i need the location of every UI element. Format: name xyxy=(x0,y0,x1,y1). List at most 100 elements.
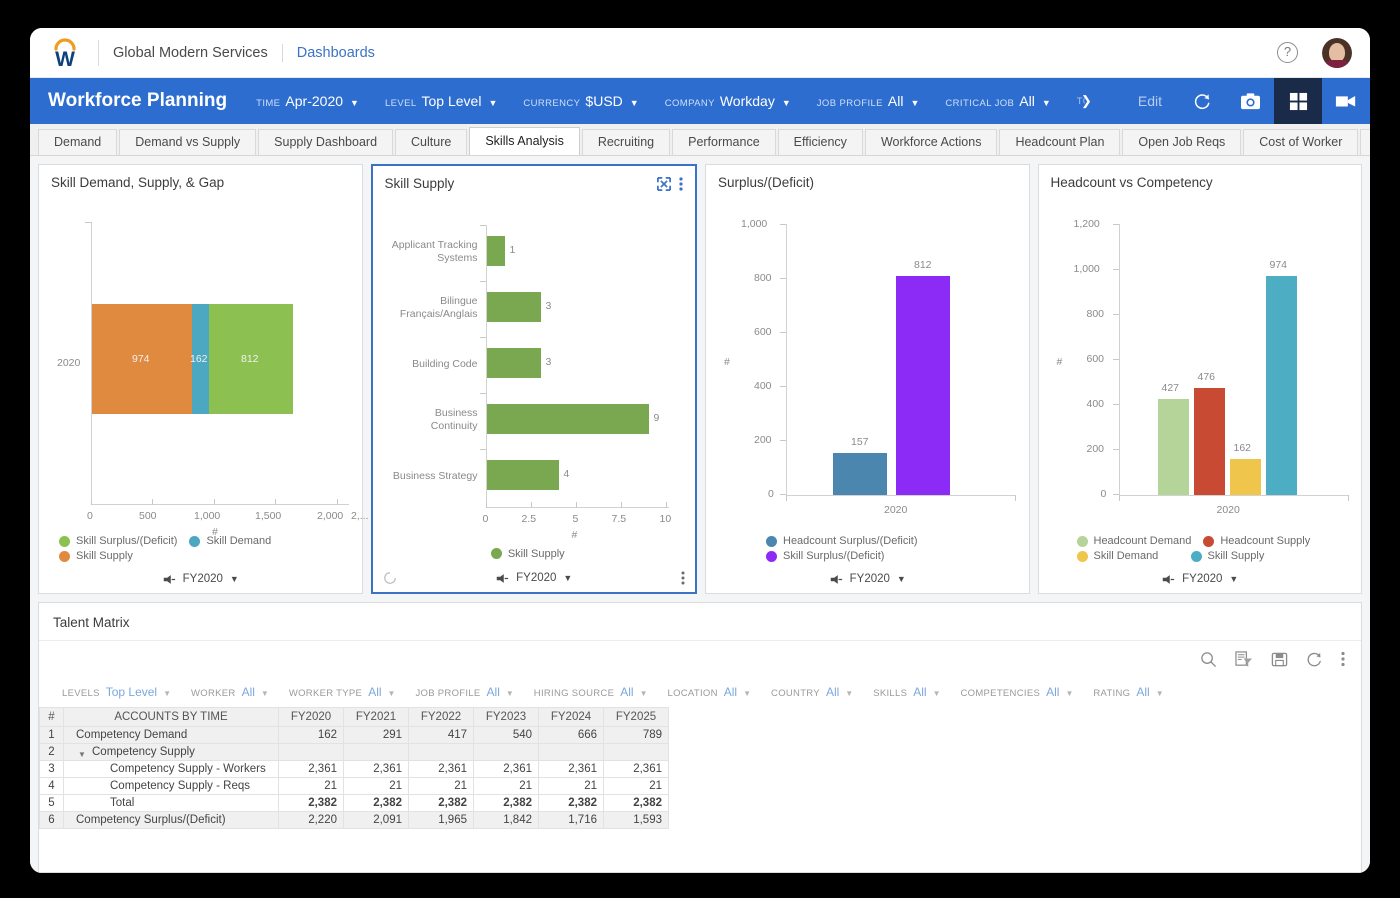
chart-skill-demand-supply-gap[interactable]: 2020 974 162 812 0 500 1,000 1,500 2,000… xyxy=(39,194,362,533)
legend-item-skill-surplus[interactable]: Skill Surplus/(Deficit) xyxy=(766,550,884,562)
tm-filter-location[interactable]: LOCATION All ▼ xyxy=(659,685,761,699)
tab-demand[interactable]: Demand xyxy=(38,129,117,155)
col-fy2021[interactable]: FY2021 xyxy=(344,708,409,727)
tm-filter-rating[interactable]: RATING All ▼ xyxy=(1084,685,1172,699)
cell-fy2024: 2,361 xyxy=(539,761,604,778)
legend-item-skill-supply[interactable]: Skill Supply xyxy=(491,548,565,560)
tab-demand-vs-supply[interactable]: Demand vs Supply xyxy=(119,129,256,155)
col-fy2025[interactable]: FY2025 xyxy=(604,708,669,727)
tab-open-job-reqs[interactable]: Open Job Reqs xyxy=(1122,129,1241,155)
video-button[interactable] xyxy=(1322,78,1370,124)
tm-filter-job-profile[interactable]: JOB PROFILE All ▼ xyxy=(406,685,522,699)
col-fy2022[interactable]: FY2022 xyxy=(409,708,474,727)
chevron-down-icon: ▼ xyxy=(488,98,497,108)
chevron-down-icon[interactable]: ▼ xyxy=(897,574,906,584)
tab-skills-analysis[interactable]: Skills Analysis xyxy=(469,127,580,155)
legend-item-skill-supply[interactable]: Skill Supply xyxy=(1191,550,1265,562)
filter-time[interactable]: TIME Apr-2020 ▼ xyxy=(243,93,372,109)
legend-item-skill-demand[interactable]: Skill Demand xyxy=(1077,550,1179,562)
chart2-bar-bilingue[interactable] xyxy=(487,292,541,322)
edit-button[interactable]: Edit xyxy=(1100,78,1178,124)
legend-item-headcount-supply[interactable]: Headcount Supply xyxy=(1203,535,1310,547)
table-row[interactable]: 5 Total 2,382 2,382 2,382 2,382 2,382 2,… xyxy=(40,795,1361,812)
card4-period[interactable]: FY2020 xyxy=(1182,573,1222,585)
tm-filter-hiring-source[interactable]: HIRING SOURCE All ▼ xyxy=(525,685,657,699)
filter-currency[interactable]: CURRENCY $USD ▼ xyxy=(510,93,651,109)
chart-surplus-deficit[interactable]: 1,000 800 600 400 200 0 # 2020 157 xyxy=(706,194,1029,533)
col-fy2020[interactable]: FY2020 xyxy=(279,708,344,727)
tm-filter-worker[interactable]: WORKER All ▼ xyxy=(182,685,278,699)
chart4-bar-skill-demand[interactable] xyxy=(1230,459,1261,495)
card2-period[interactable]: FY2020 xyxy=(516,572,556,584)
tm-filter-competencies[interactable]: COMPETENCIES All ▼ xyxy=(951,685,1082,699)
chart4-value-427: 427 xyxy=(1162,382,1180,394)
chart4-bar-headcount-demand[interactable] xyxy=(1158,399,1189,495)
tab-ilm-map[interactable]: ILM Map xyxy=(1360,129,1370,155)
workday-logo-icon[interactable]: W xyxy=(48,36,82,70)
legend-item-headcount-demand[interactable]: Headcount Demand xyxy=(1077,535,1192,547)
card3-period[interactable]: FY2020 xyxy=(850,573,890,585)
screenshot-button[interactable] xyxy=(1226,78,1274,124)
col-row-number[interactable]: # xyxy=(40,708,64,727)
chart4-bar-skill-supply[interactable] xyxy=(1266,276,1297,495)
chart2-bar-business-strategy[interactable] xyxy=(487,460,559,490)
chevron-down-icon[interactable]: ▼ xyxy=(230,574,239,584)
chart2-bar-building-code[interactable] xyxy=(487,348,541,378)
chart3-bar-headcount-surplus[interactable] xyxy=(833,453,887,495)
tab-recruiting[interactable]: Recruiting xyxy=(582,129,670,155)
chart3-bar-skill-surplus[interactable] xyxy=(896,276,950,495)
chevron-down-icon: ▼ xyxy=(933,689,941,698)
tab-efficiency[interactable]: Efficiency xyxy=(778,129,863,155)
filter-job-profile[interactable]: JOB PROFILE All ▼ xyxy=(804,93,933,109)
card1-period[interactable]: FY2020 xyxy=(183,573,223,585)
tab-supply-dashboard[interactable]: Supply Dashboard xyxy=(258,129,393,155)
filter-level[interactable]: LEVEL Top Level ▼ xyxy=(372,93,510,109)
legend-item-headcount-surplus[interactable]: Headcount Surplus/(Deficit) xyxy=(766,535,918,547)
chart2-bar-business-continuity[interactable] xyxy=(487,404,649,434)
col-fy2023[interactable]: FY2023 xyxy=(474,708,539,727)
filter-company[interactable]: COMPANY Workday ▼ xyxy=(652,93,804,109)
tab-culture[interactable]: Culture xyxy=(395,129,467,155)
chart4-bar-headcount-supply[interactable] xyxy=(1194,388,1225,495)
chart1-category-2020: 2020 xyxy=(57,357,80,369)
table-row[interactable]: 4 Competency Supply - Reqs 21 21 21 21 2… xyxy=(40,778,1361,795)
tm-filter-levels[interactable]: LEVELS Top Level ▼ xyxy=(53,685,180,699)
breadcrumb-dashboards[interactable]: Dashboards xyxy=(297,45,375,61)
talent-matrix-table[interactable]: # ACCOUNTS BY TIME FY2020 FY2021 FY2022 … xyxy=(39,707,1361,829)
chart2-bar-applicant-tracking-systems[interactable] xyxy=(487,236,505,266)
chevron-down-icon[interactable]: ▼ xyxy=(1229,574,1238,584)
table-row[interactable]: 6 Competency Surplus/(Deficit) 2,220 2,0… xyxy=(40,812,1361,829)
table-row[interactable]: 1 Competency Demand 162 291 417 540 666 … xyxy=(40,727,1361,744)
card4-footer: FY2020 ▼ xyxy=(1039,565,1362,593)
legend-item-skill-demand[interactable]: Skill Demand xyxy=(189,535,271,547)
filter-critical-job[interactable]: CRITICAL JOB All ▼ xyxy=(932,93,1063,109)
legend-item-skill-supply[interactable]: Skill Supply xyxy=(59,550,133,562)
chart3-ytick-400: 400 xyxy=(754,380,772,392)
tm-filter-skills[interactable]: SKILLS All ▼ xyxy=(864,685,949,699)
chevron-down-icon[interactable]: ▼ xyxy=(563,573,572,583)
col-accounts[interactable]: ACCOUNTS BY TIME xyxy=(64,708,279,727)
table-row[interactable]: 2 ▼ Competency Supply xyxy=(40,744,1361,761)
tm-filter-worker-type[interactable]: WORKER TYPE All ▼ xyxy=(280,685,405,699)
tab-workforce-actions[interactable]: Workforce Actions xyxy=(865,129,998,155)
chevron-right-icon[interactable]: ❯ xyxy=(1081,93,1092,109)
row-number: 1 xyxy=(40,727,64,744)
grid-view-button[interactable] xyxy=(1274,78,1322,124)
chart2-xaxis-title: # xyxy=(572,529,578,541)
col-filler xyxy=(669,708,1361,727)
help-icon[interactable]: ? xyxy=(1277,42,1298,63)
refresh-button[interactable] xyxy=(1178,78,1226,124)
table-row[interactable]: 3 Competency Supply - Workers 2,361 2,36… xyxy=(40,761,1361,778)
tab-headcount-plan[interactable]: Headcount Plan xyxy=(999,129,1120,155)
avatar[interactable] xyxy=(1322,38,1352,68)
cell-fy2020: 2,361 xyxy=(279,761,344,778)
tab-cost-of-worker[interactable]: Cost of Worker xyxy=(1243,129,1358,155)
expander-icon[interactable]: ▼ xyxy=(78,750,86,759)
tm-filter-country[interactable]: COUNTRY All ▼ xyxy=(762,685,862,699)
chart-skill-supply[interactable]: Applicant TrackingSystems BilingueFrança… xyxy=(373,195,696,544)
col-fy2024[interactable]: FY2024 xyxy=(539,708,604,727)
chart-headcount-vs-competency[interactable]: 1,200 1,000 800 600 400 200 0 # 2020 427 xyxy=(1039,194,1362,533)
legend-item-skill-surplus[interactable]: Skill Surplus/(Deficit) xyxy=(59,535,177,547)
app-toolbar: Workforce Planning TIME Apr-2020 ▼ LEVEL… xyxy=(30,78,1370,124)
tab-performance[interactable]: Performance xyxy=(672,129,776,155)
